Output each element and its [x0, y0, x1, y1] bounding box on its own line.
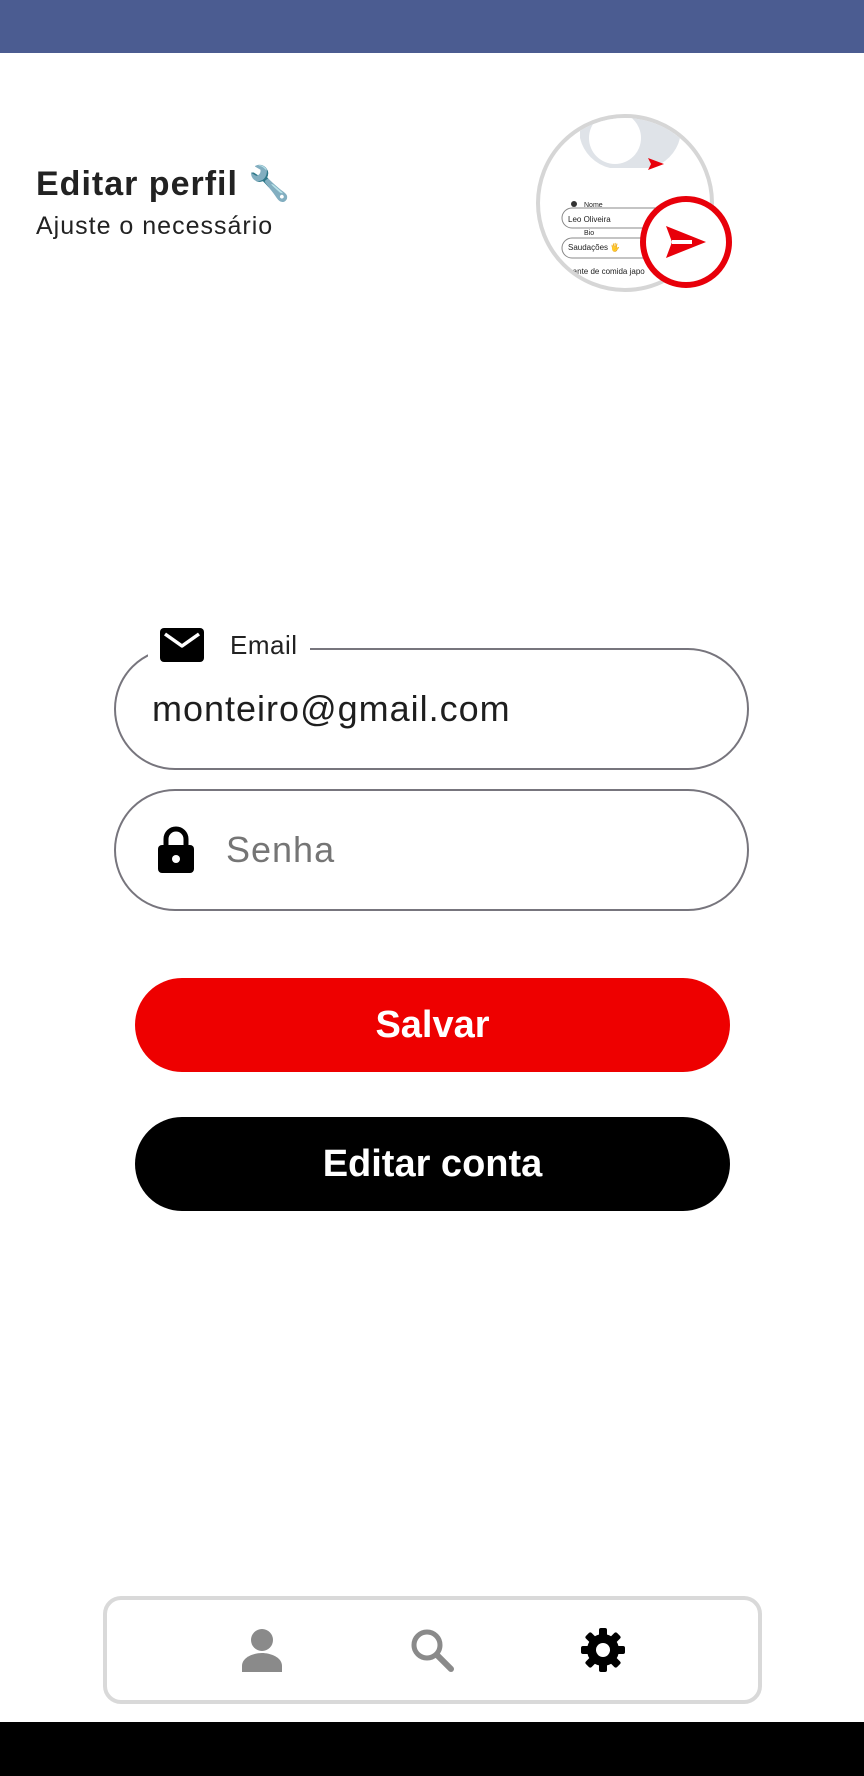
edit-profile-screen: Editar perfil 🔧 Ajuste o necessário Nome… [0, 0, 864, 1776]
email-label: Email [230, 629, 298, 660]
page-subtitle: Ajuste o necessário [36, 212, 274, 240]
email-label-group: Email [148, 620, 310, 670]
send-badge[interactable] [640, 196, 732, 288]
settings-icon [580, 1628, 625, 1672]
page-title: Editar perfil [36, 164, 238, 203]
preview-bio-value: Saudações 🖐 [568, 242, 620, 253]
mail-icon [160, 628, 204, 662]
preview-name-label: Nome [584, 202, 603, 209]
nav-profile[interactable] [232, 1620, 292, 1680]
preview-extra: mante de comida japo [566, 267, 645, 276]
edit-account-button[interactable]: Editar conta [135, 1117, 730, 1211]
send-icon [666, 226, 706, 258]
email-field[interactable]: Email [114, 620, 749, 770]
lock-icon [158, 826, 194, 873]
password-input[interactable] [226, 829, 706, 871]
preview-name-value: Leo Oliveira [568, 215, 611, 224]
page-header: Editar perfil 🔧 Ajuste o necessário [36, 164, 291, 241]
password-field[interactable] [114, 789, 749, 911]
nav-search[interactable] [402, 1620, 462, 1680]
status-bar [0, 0, 864, 53]
save-button[interactable]: Salvar [135, 978, 730, 1072]
email-input[interactable] [152, 688, 712, 730]
preview-bio-label: Bio [584, 230, 594, 237]
wrench-icon: 🔧 [247, 165, 292, 203]
person-icon [242, 1629, 283, 1672]
search-icon [411, 1629, 455, 1672]
bottom-navigation [103, 1596, 762, 1704]
page-title-row: Editar perfil 🔧 [36, 164, 291, 204]
system-navigation-bar [0, 1722, 864, 1776]
nav-settings[interactable] [573, 1620, 633, 1680]
